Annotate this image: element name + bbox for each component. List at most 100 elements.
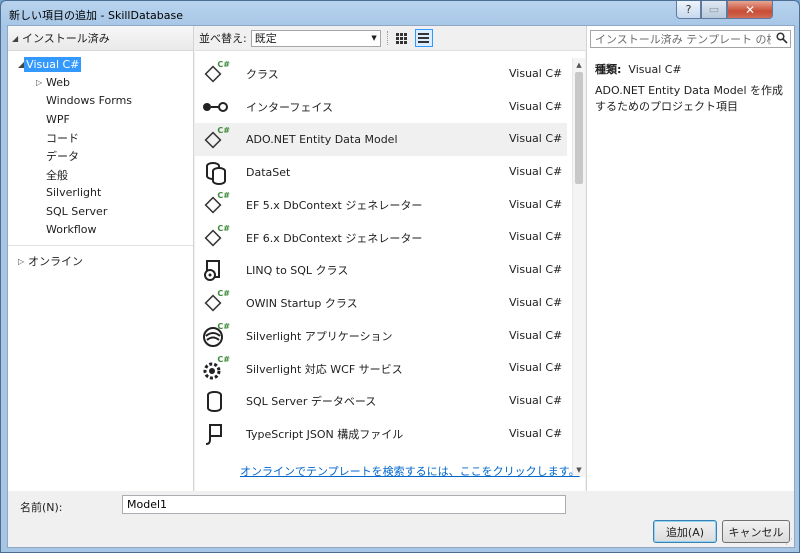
template-language: Visual C# bbox=[509, 230, 563, 244]
linq-icon bbox=[202, 258, 226, 282]
template-item-ef6-generator[interactable]: C# EF 6.x DbContext ジェネレーター Visual C# bbox=[195, 221, 567, 254]
tree-item-data[interactable]: データ bbox=[8, 147, 193, 165]
template-pane: 並べ替え: 既定 ▼ C# クラス Visual C# インターフェイス Vis… bbox=[195, 26, 585, 491]
list-toolbar: 並べ替え: 既定 ▼ bbox=[195, 26, 585, 51]
template-type: 種類: Visual C# bbox=[595, 61, 682, 77]
ef-generator-icon: C# bbox=[202, 191, 230, 217]
chevron-down-icon: ▼ bbox=[371, 34, 377, 42]
ef-generator-icon: C# bbox=[202, 224, 230, 250]
template-item-class[interactable]: C# クラス Visual C# bbox=[195, 58, 567, 91]
tree-item-code[interactable]: コード bbox=[8, 129, 193, 147]
small-icons-view-button[interactable] bbox=[393, 29, 411, 47]
owin-class-icon: C# bbox=[202, 289, 230, 315]
template-item-owin-startup[interactable]: C# OWIN Startup クラス Visual C# bbox=[195, 287, 567, 320]
template-language: Visual C# bbox=[509, 132, 563, 146]
template-item-dataset[interactable]: DataSet Visual C# bbox=[195, 156, 567, 189]
template-language: Visual C# bbox=[509, 361, 563, 375]
template-description: ADO.NET Entity Data Model を作成するためのプロジェクト… bbox=[595, 84, 783, 113]
grid-view-icon bbox=[396, 32, 408, 44]
title-bar[interactable]: 新しい項目の追加 - SkillDatabase ? ▭ ✕ bbox=[1, 1, 799, 25]
toolbar-separator bbox=[386, 31, 389, 45]
scroll-thumb[interactable] bbox=[575, 72, 583, 184]
tree-item-general[interactable]: 全般 bbox=[8, 165, 193, 183]
tree-item-silverlight[interactable]: Silverlight bbox=[8, 184, 193, 202]
close-button[interactable]: ✕ bbox=[727, 1, 773, 19]
tree-item-wpf[interactable]: WPF bbox=[8, 110, 193, 128]
tree-root-label: インストール済み bbox=[22, 32, 110, 45]
maximize-icon: ▭ bbox=[708, 3, 720, 16]
search-icon[interactable] bbox=[776, 31, 788, 47]
collapse-arrow-icon[interactable]: ◢ bbox=[12, 34, 22, 43]
class-icon: C# bbox=[202, 60, 230, 86]
json-config-icon bbox=[202, 422, 226, 446]
tree-item-label: Silverlight bbox=[46, 186, 102, 200]
template-item-entity-data-model[interactable]: C# ADO.NET Entity Data Model Visual C# bbox=[195, 123, 567, 157]
tree-item-visual-csharp-row[interactable]: ◢ Visual C# bbox=[8, 55, 193, 73]
template-language: Visual C# bbox=[509, 99, 563, 113]
template-item-typescript-json[interactable]: TypeScript JSON 構成ファイル Visual C# bbox=[195, 418, 567, 451]
tree-item-label: 全般 bbox=[46, 168, 68, 182]
tree-item-label: WPF bbox=[46, 112, 70, 126]
template-language: Visual C# bbox=[509, 67, 563, 80]
template-item-linq-to-sql[interactable]: LINQ to SQL クラス Visual C# bbox=[195, 254, 567, 287]
template-language: Visual C# bbox=[509, 263, 563, 277]
cancel-button[interactable]: キャンセル bbox=[722, 520, 790, 543]
search-placeholder: インストール済み テンプレート の検索 bbox=[595, 33, 771, 46]
template-language: Visual C# bbox=[509, 197, 563, 211]
wcf-service-icon: C# bbox=[202, 355, 230, 381]
template-list: C# クラス Visual C# インターフェイス Visual C# C# A… bbox=[195, 58, 567, 477]
scroll-up-arrow-icon[interactable]: ▲ bbox=[573, 58, 585, 72]
search-online-link[interactable]: オンラインでテンプレートを検索するには、ここをクリックします。 bbox=[240, 463, 580, 479]
list-view-icon bbox=[418, 33, 430, 43]
expand-arrow-icon[interactable]: ▷ bbox=[36, 78, 46, 87]
sort-label: 並べ替え: bbox=[199, 32, 247, 45]
template-language: Visual C# bbox=[509, 328, 563, 342]
resize-grip-icon[interactable]: ⋰ bbox=[785, 537, 793, 546]
tree-item-web[interactable]: ▷ Web bbox=[8, 73, 193, 91]
sort-dropdown[interactable]: 既定 ▼ bbox=[250, 29, 381, 47]
tree-item-workflow[interactable]: Workflow bbox=[8, 221, 193, 239]
category-tree: ◢ インストール済み ◢ Visual C# ▷ Web Windows For… bbox=[8, 26, 194, 491]
name-field[interactable] bbox=[122, 495, 566, 514]
sort-value: 既定 bbox=[254, 32, 277, 45]
template-language: Visual C# bbox=[509, 165, 563, 179]
template-language: Visual C# bbox=[509, 393, 563, 407]
template-item-silverlight-app[interactable]: C# Silverlight アプリケーション Visual C# bbox=[195, 320, 567, 353]
tree-item-label: Workflow bbox=[46, 223, 97, 237]
tree-item-visual-csharp[interactable]: Visual C# bbox=[24, 56, 82, 72]
tree-divider bbox=[8, 244, 193, 246]
template-item-ef5-generator[interactable]: C# EF 5.x DbContext ジェネレーター Visual C# bbox=[195, 189, 567, 222]
expand-arrow-icon[interactable]: ▷ bbox=[18, 257, 28, 266]
help-button[interactable]: ? bbox=[676, 1, 701, 19]
tree-item-label: Web bbox=[46, 76, 70, 90]
tree-item-online[interactable]: ▷ オンライン bbox=[8, 252, 193, 270]
tree-item-label: オンライン bbox=[28, 255, 83, 269]
dataset-icon bbox=[202, 160, 226, 186]
dialog-client: ◢ インストール済み ◢ Visual C# ▷ Web Windows For… bbox=[7, 25, 795, 548]
tree-item-label: Windows Forms bbox=[46, 94, 133, 108]
template-item-wcf-service[interactable]: C# Silverlight 対応 WCF サービス Visual C# bbox=[195, 352, 567, 385]
maximize-button[interactable]: ▭ bbox=[701, 1, 727, 19]
tree-item-label: コード bbox=[46, 131, 79, 145]
tree-item-label: SQL Server bbox=[46, 204, 108, 218]
template-item-interface[interactable]: インターフェイス Visual C# bbox=[195, 91, 567, 124]
template-language: Visual C# bbox=[509, 295, 563, 309]
entity-model-icon: C# bbox=[202, 126, 230, 152]
tree-item-label: データ bbox=[46, 150, 79, 164]
add-button[interactable]: 追加(A) bbox=[653, 520, 717, 543]
tree-item-windows-forms[interactable]: Windows Forms bbox=[8, 92, 193, 110]
interface-icon bbox=[202, 95, 228, 119]
type-value: Visual C# bbox=[628, 63, 682, 76]
template-scrollbar[interactable]: ▲ ▼ bbox=[572, 58, 585, 477]
tree-item-sql-server[interactable]: SQL Server bbox=[8, 202, 193, 220]
window-title: 新しい項目の追加 - SkillDatabase bbox=[9, 9, 183, 22]
details-pane: インストール済み テンプレート の検索 種類: Visual C# ADO.NE… bbox=[586, 26, 794, 491]
template-item-sql-database[interactable]: SQL Server データベース Visual C# bbox=[195, 385, 567, 418]
template-search-input[interactable]: インストール済み テンプレート の検索 bbox=[590, 30, 791, 48]
list-view-button[interactable] bbox=[414, 29, 433, 47]
name-label: 名前(N): bbox=[20, 501, 63, 514]
template-language: Visual C# bbox=[509, 426, 563, 440]
dialog-window: 新しい項目の追加 - SkillDatabase ? ▭ ✕ ◢ インストール済… bbox=[0, 0, 800, 553]
tree-root-installed[interactable]: ◢ インストール済み bbox=[8, 26, 193, 51]
silverlight-icon: C# bbox=[202, 322, 230, 348]
